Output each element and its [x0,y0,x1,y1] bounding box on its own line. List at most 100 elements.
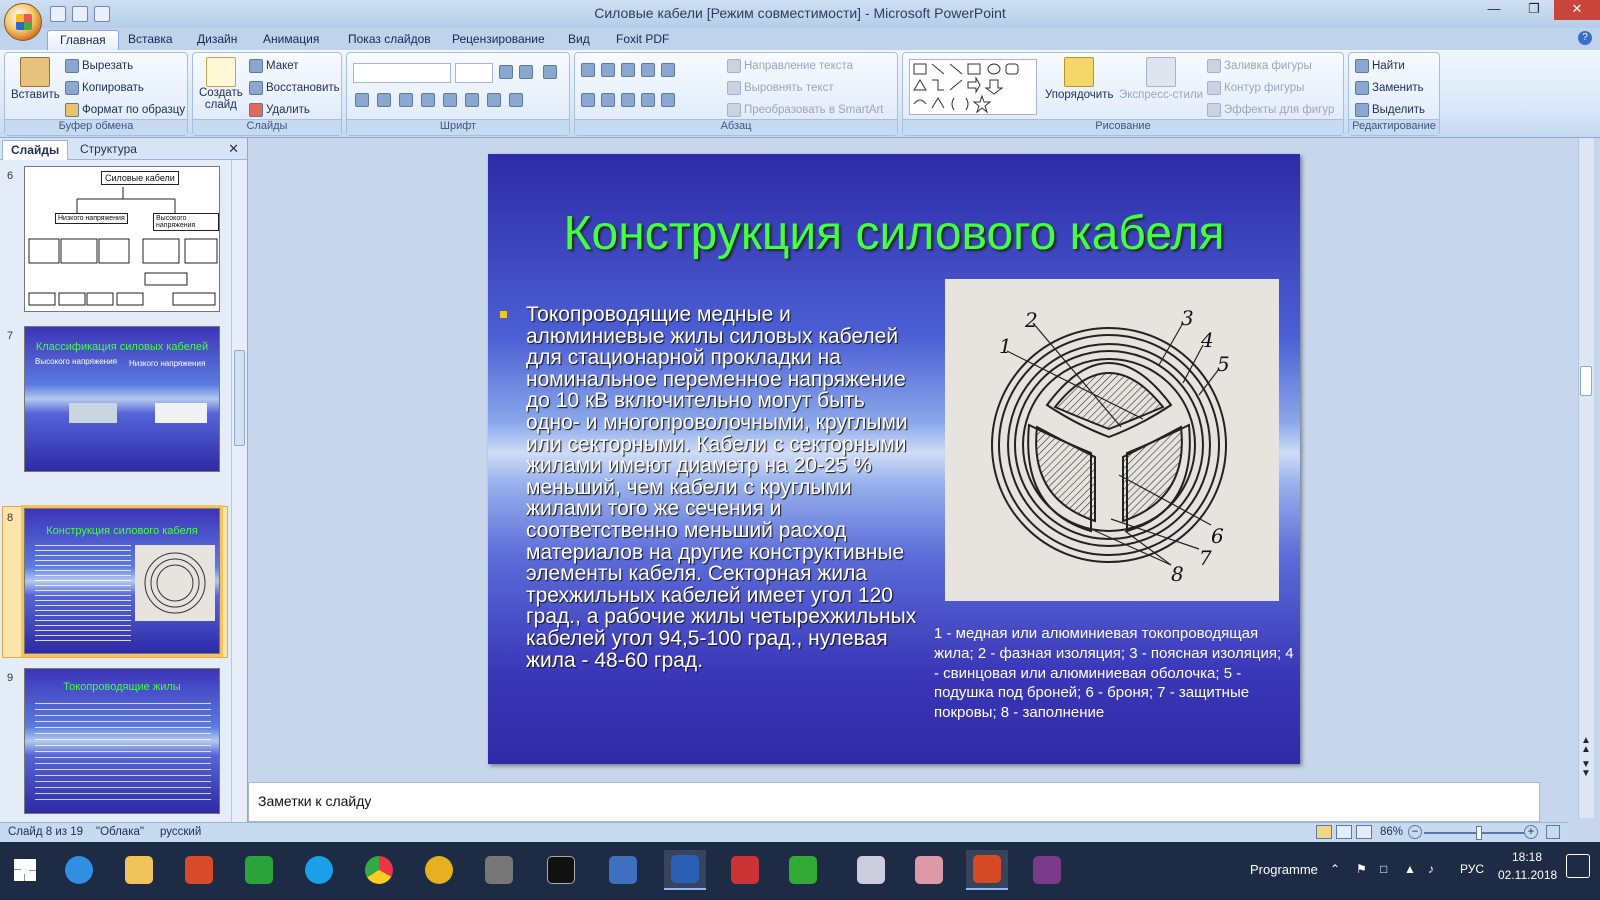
slide-body-text[interactable]: Токопроводящие медные и алюминиевые жилы… [500,304,920,671]
decrease-indent-icon[interactable] [621,63,635,77]
next-slide-icon[interactable]: ▼ ▼ [1581,760,1591,779]
zoom-in-icon[interactable]: + [1524,825,1538,839]
slideshow-icon[interactable] [1356,825,1372,839]
taskbar-word[interactable] [664,850,706,890]
underline-icon[interactable] [399,93,413,107]
bullets-icon[interactable] [581,63,595,77]
slide-thumbnail-9[interactable]: Токопроводящие жилы [24,668,220,814]
columns-icon[interactable] [661,93,675,107]
thumbnail-scrollbar[interactable] [231,160,247,842]
network-icon[interactable]: ▲ [1404,862,1416,876]
tray-device-icon[interactable]: □ [1380,862,1387,876]
tab-design[interactable]: Дизайн [185,30,249,50]
current-slide[interactable]: Конструкция силового кабеля Токопроводящ… [488,154,1300,764]
thumbnail-list[interactable]: 6 Силовые кабели Низкого напряжения Высо… [0,160,232,842]
taskbar-calculator[interactable] [850,850,892,890]
taskbar-pen[interactable] [478,850,520,890]
select-button[interactable]: Выделить [1355,103,1425,117]
taskbar-cmd[interactable] [540,850,582,890]
taskbar-store[interactable] [238,850,280,890]
tab-slideshow[interactable]: Показ слайдов [336,30,443,50]
clock-date[interactable]: 02.11.2018 [1498,868,1557,882]
normal-view-icon[interactable] [1316,825,1332,839]
cable-cross-section-diagram[interactable]: 1 2 3 4 5 6 7 8 [945,279,1279,601]
font-size-input[interactable] [455,63,493,83]
close-pane-icon[interactable]: ✕ [228,141,239,157]
fit-window-icon[interactable] [1546,825,1560,839]
reset-button[interactable]: Восстановить [249,81,340,95]
clock-time[interactable]: 18:18 [1512,850,1542,864]
layout-button[interactable]: Макет [249,59,299,73]
taskbar-explorer[interactable] [118,850,160,890]
change-case-icon[interactable] [487,93,501,107]
notes-pane[interactable]: Заметки к слайду [248,782,1540,822]
clear-format-icon[interactable] [543,65,557,79]
taskbar-settings[interactable] [602,850,644,890]
taskbar-powerpoint[interactable] [966,850,1008,890]
smartart-button[interactable]: Преобразовать в SmartArt [727,103,884,117]
taskbar-ie[interactable] [58,850,100,890]
taskbar-paint[interactable] [908,850,950,890]
scrollbar-thumb[interactable] [1580,366,1592,396]
diagram-caption[interactable]: 1 - медная или алюминиевая токопроводяща… [934,624,1294,723]
office-button[interactable] [4,3,42,41]
tab-outline[interactable]: Структура [72,140,145,160]
increase-indent-icon[interactable] [641,63,655,77]
slide-thumbnail-7[interactable]: Классификация силовых кабелей Высокого н… [24,326,220,472]
close-button[interactable]: ✕ [1554,0,1600,20]
slide-title[interactable]: Конструкция силового кабеля [488,206,1300,261]
flag-icon[interactable]: ⚑ [1356,862,1367,876]
keyboard-language[interactable]: РУС [1460,862,1484,876]
taskbar-skype[interactable] [298,850,340,890]
paste-button[interactable]: Вставить [11,57,60,101]
find-button[interactable]: Найти [1355,59,1405,73]
slide-thumbnail-8[interactable]: Конструкция силового кабеля [21,505,223,657]
slide-sorter-icon[interactable] [1336,825,1352,839]
align-text-button[interactable]: Выровнять текст [727,81,834,95]
notifications-icon[interactable] [1566,854,1590,878]
tab-foxit-pdf[interactable]: Foxit PDF [604,30,681,50]
taskbar-check[interactable] [724,850,766,890]
tab-review[interactable]: Рецензирование [440,30,557,50]
char-spacing-icon[interactable] [465,93,479,107]
tab-animation[interactable]: Анимация [251,30,331,50]
bold-icon[interactable] [355,93,369,107]
tab-slides[interactable]: Слайды [2,140,69,160]
taskbar-app3[interactable] [782,850,824,890]
align-right-icon[interactable] [621,93,635,107]
volume-icon[interactable]: ♪ [1428,862,1434,876]
new-slide-button[interactable]: Создать слайд [199,57,243,111]
prev-slide-icon[interactable]: ▲ ▲ [1581,736,1591,755]
programs-toolbar[interactable]: Programme [1250,862,1318,877]
shape-outline-button[interactable]: Контур фигуры [1207,81,1304,95]
tab-home[interactable]: Главная [47,30,119,50]
italic-icon[interactable] [377,93,391,107]
align-left-icon[interactable] [581,93,595,107]
tab-insert[interactable]: Вставка [116,30,185,50]
maximize-button[interactable]: ❐ [1514,0,1554,20]
font-color-icon[interactable] [509,93,523,107]
grow-font-icon[interactable] [499,65,513,79]
zoom-out-icon[interactable]: − [1408,825,1422,839]
delete-slide-button[interactable]: Удалить [249,103,310,117]
slide-thumbnail-6[interactable]: Силовые кабели Низкого напряжения Высоко… [24,166,220,312]
taskbar-winrar[interactable] [1026,850,1068,890]
shape-fill-button[interactable]: Заливка фигуры [1207,59,1312,73]
cut-button[interactable]: Вырезать [65,59,133,73]
text-direction-button[interactable]: Направление текста [727,59,853,73]
taskbar-app[interactable] [178,850,220,890]
zoom-slider-thumb[interactable] [1476,826,1482,840]
taskbar-app2[interactable] [418,850,460,890]
shape-effects-button[interactable]: Эффекты для фигур [1207,103,1334,117]
numbering-icon[interactable] [601,63,615,77]
language-indicator[interactable]: русский [160,826,201,838]
shapes-gallery[interactable] [909,59,1037,115]
start-button[interactable] [4,850,46,890]
scrollbar-thumb[interactable] [234,350,245,446]
zoom-level[interactable]: 86% [1380,826,1403,838]
zoom-slider[interactable] [1424,826,1524,840]
align-center-icon[interactable] [601,93,615,107]
shrink-font-icon[interactable] [519,65,533,79]
format-painter-button[interactable]: Формат по образцу [65,103,185,117]
slide-scrollbar[interactable]: ▲ ▲ ▼ ▼ [1568,138,1600,842]
